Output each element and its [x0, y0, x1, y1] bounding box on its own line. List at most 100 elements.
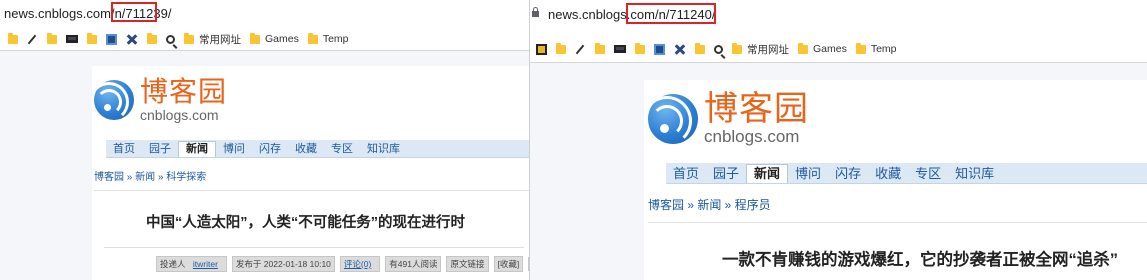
app-icon: [654, 43, 665, 55]
logo-text: 博客园 cnblogs.com: [140, 75, 228, 123]
submitter-tag: 投递人 itwriter: [156, 256, 227, 272]
nav-news[interactable]: 新闻: [178, 141, 216, 157]
breadcrumb[interactable]: 博客园 » 新闻 » 科学探索: [94, 168, 206, 183]
bookmark-label: Temp: [870, 43, 897, 55]
folder-icon: [732, 42, 742, 54]
nav-flash[interactable]: 闪存: [828, 165, 868, 183]
article-title[interactable]: 一款不肯赚钱的游戏爆红，它的抄袭者正被全网“追杀”: [722, 246, 1118, 270]
cnblogs-logo[interactable]: 博客园 cnblogs.com: [89, 75, 228, 123]
bookmark-folder[interactable]: [147, 32, 157, 44]
bookmark-common-sites[interactable]: 常用网址: [184, 32, 241, 47]
address-bar[interactable]: news.cnblogs.com/n/711240/: [530, 0, 1147, 28]
bookmark-games[interactable]: Games: [798, 42, 847, 55]
bookmark-label: Games: [813, 43, 847, 55]
tools-icon: [674, 44, 686, 55]
bookmark-app[interactable]: [654, 43, 665, 55]
bookmark-common-sites[interactable]: 常用网址: [732, 42, 789, 57]
bookmark-extension[interactable]: [536, 43, 547, 55]
bookmark-laptop[interactable]: [66, 35, 78, 43]
lock-icon[interactable]: [532, 7, 539, 18]
folder-icon: [635, 42, 645, 54]
nav-home[interactable]: 首页: [106, 142, 142, 157]
bookmark-label: 常用网址: [199, 33, 241, 46]
bookmark-tools[interactable]: [674, 44, 686, 55]
folder-icon: [556, 42, 566, 54]
nav-home[interactable]: 首页: [666, 165, 706, 183]
pen-icon: [27, 34, 38, 44]
bookmark-games[interactable]: Games: [250, 32, 299, 45]
comments-link[interactable]: 评论(0): [344, 259, 371, 269]
bookmark-folder[interactable]: [635, 42, 645, 54]
breadcrumb[interactable]: 博客园 » 新闻 » 程序员: [648, 196, 771, 213]
bookmark-pen[interactable]: [27, 34, 38, 44]
tools-icon: [126, 34, 138, 45]
rss-logo-icon: [642, 93, 698, 146]
folder-icon: [47, 32, 57, 44]
publish-time: 发布于 2022-01-18 10:10: [231, 256, 335, 272]
nav-questions[interactable]: 博问: [216, 142, 252, 157]
bookmark-tools[interactable]: [126, 34, 138, 45]
bookmark-folder[interactable]: [556, 42, 566, 54]
logo-chinese: 博客园: [140, 75, 228, 108]
cnblogs-logo[interactable]: 博客园 cnblogs.com: [642, 92, 809, 146]
laptop-icon: [66, 35, 78, 43]
nav-news[interactable]: 新闻: [746, 164, 789, 183]
folder-icon: [250, 32, 260, 44]
comments-tag[interactable]: 评论(0): [339, 256, 381, 272]
bookmark-laptop[interactable]: [614, 45, 626, 53]
bookmark-label: Temp: [322, 33, 349, 45]
nav-flash[interactable]: 闪存: [252, 142, 288, 157]
bookmark-search[interactable]: [166, 34, 175, 44]
url-host: news.cnblogs.com: [4, 6, 111, 21]
folder-icon: [184, 32, 194, 44]
nav-garden[interactable]: 园子: [706, 165, 746, 183]
article-title[interactable]: 中国“人造太阳”，人类“不可能任务”的现在进行时: [146, 211, 465, 232]
right-browser-window: news.cnblogs.com/n/711240/ 常用网址 Games Te…: [530, 0, 1147, 280]
logo-english: cnblogs.com: [704, 127, 800, 146]
folder-icon: [87, 32, 97, 44]
folder-icon: [595, 42, 605, 54]
pen-icon: [575, 44, 586, 54]
app-icon: [106, 33, 117, 45]
bookmark-label: 常用网址: [747, 43, 789, 56]
folder-icon: [855, 42, 866, 54]
nav-garden[interactable]: 园子: [142, 142, 178, 157]
url-path-highlight: [111, 2, 157, 22]
source-link[interactable]: 原文链接: [446, 256, 489, 272]
favorite-button[interactable]: [收藏]: [493, 256, 524, 272]
folder-icon: [695, 42, 705, 54]
bookmark-folder[interactable]: [47, 32, 57, 44]
submitter-link[interactable]: itwriter: [193, 259, 218, 269]
laptop-icon: [614, 45, 626, 53]
nav-questions[interactable]: 博问: [788, 165, 828, 183]
logo-english: cnblogs.com: [140, 107, 219, 123]
bookmark-search[interactable]: [714, 44, 723, 54]
bookmarks-bar: 常用网址 Games Temp: [530, 38, 1147, 60]
nav-knowledge[interactable]: 知识库: [948, 165, 1001, 183]
rss-logo-icon: [89, 80, 134, 122]
url-path-highlight: [626, 3, 716, 24]
nav-favorites[interactable]: 收藏: [868, 165, 908, 183]
folder-icon: [307, 32, 318, 44]
search-icon: [166, 34, 175, 44]
bookmark-pen[interactable]: [575, 44, 586, 54]
bookmark-folder[interactable]: [595, 42, 605, 54]
nav-zones[interactable]: 专区: [324, 142, 360, 157]
bookmark-temp[interactable]: Temp: [307, 32, 349, 45]
folder-icon: [798, 42, 808, 54]
meta-divider: [104, 247, 524, 248]
article-meta: 投递人 itwriter 发布于 2022-01-18 10:10 评论(0) …: [156, 256, 529, 272]
site-nav: 首页 园子 新闻 博问 闪存 收藏 专区 知识库: [666, 163, 1147, 184]
address-bar[interactable]: news.cnblogs.com/n/711239/: [0, 0, 529, 28]
nav-zones[interactable]: 专区: [908, 165, 948, 183]
bookmark-folder[interactable]: [87, 32, 97, 44]
submitter-label: 投递人: [160, 259, 186, 269]
bookmark-folder[interactable]: [8, 32, 18, 44]
search-icon: [714, 44, 723, 54]
bookmark-folder[interactable]: [695, 42, 705, 54]
nav-favorites[interactable]: 收藏: [288, 142, 324, 157]
nav-knowledge[interactable]: 知识库: [360, 142, 407, 157]
bookmark-app[interactable]: [106, 33, 117, 45]
bookmark-temp[interactable]: Temp: [855, 42, 897, 55]
site-nav: 首页 园子 新闻 博问 闪存 收藏 专区 知识库: [106, 140, 529, 158]
